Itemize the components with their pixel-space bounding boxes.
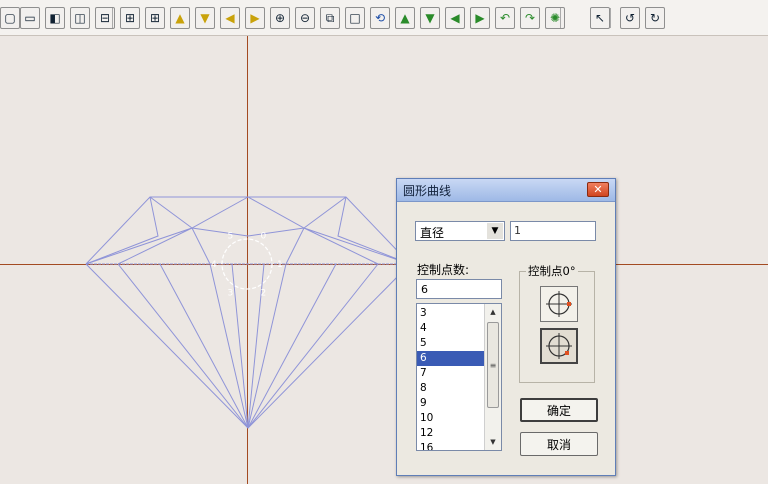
move-right-icon: ▶	[250, 11, 260, 25]
list-item[interactable]: 8	[417, 381, 485, 396]
drawing-canvas[interactable]: 012345	[0, 36, 768, 484]
view-quad-icon: ⊞	[124, 11, 136, 25]
undo-icon: ↺	[624, 11, 636, 25]
control-point-bottom-button[interactable]	[540, 328, 578, 364]
list-item[interactable]: 6	[417, 351, 485, 366]
scroll-up-icon[interactable]: ▲	[485, 305, 501, 319]
toolbar-separator	[560, 8, 561, 28]
zoom-window-button[interactable]: ⧉	[320, 7, 340, 29]
view-top-icon: ▭	[24, 11, 36, 25]
control-point-label: 2	[261, 289, 267, 299]
view-split-vertical-icon: ◫	[74, 11, 86, 25]
move-down-button[interactable]: ▼	[195, 7, 215, 29]
list-item[interactable]: 5	[417, 336, 485, 351]
list-item[interactable]: 9	[417, 396, 485, 411]
move-up-icon: ▲	[175, 11, 185, 25]
mode-select-value: 直径	[420, 226, 445, 240]
rotate-down-button[interactable]: ▼	[420, 7, 440, 29]
turn-left-button[interactable]: ↶	[495, 7, 515, 29]
zoom-in-button[interactable]: ⊕	[270, 7, 290, 29]
dialog-titlebar[interactable]: 圆形曲线 ✕	[397, 179, 615, 202]
control-point-label: 0	[261, 231, 267, 241]
move-right-button[interactable]: ▶	[245, 7, 265, 29]
undo-button[interactable]: ↺	[620, 7, 640, 29]
view-top-button[interactable]: ▭	[20, 7, 40, 29]
turn-right-icon: ↷	[524, 11, 536, 25]
view-split-horizontal-icon: ⊟	[99, 11, 111, 25]
list-item[interactable]: 7	[417, 366, 485, 381]
list-item[interactable]: 12	[417, 426, 485, 441]
main-toolbar: ▢ ▭ ◧ ◫ ⊟ ⊞ ⊞ ▲ ▼ ◀ ▶ ⊕ ⊖ ⧉ □ ⟲ ▲ ▼ ◀ ▶ ↶ ↷ ✺ ↖ ↺ ↻	[0, 0, 768, 36]
redo-button[interactable]: ↻	[645, 7, 665, 29]
close-button[interactable]: ✕	[587, 182, 609, 197]
zoom-fit-button[interactable]: □	[345, 7, 365, 29]
zoom-in-icon: ⊕	[274, 11, 286, 25]
zoom-window-icon: ⧉	[325, 11, 335, 25]
count-label: 控制点数:	[417, 263, 470, 277]
count-input[interactable]: 6	[416, 279, 502, 299]
list-item[interactable]: 3	[417, 306, 485, 321]
rotate-view-icon: ⟲	[374, 11, 386, 25]
view-split-vertical-button[interactable]: ◫	[70, 7, 90, 29]
view-quad-alt-icon: ⊞	[149, 11, 161, 25]
circle-curve-dialog: 圆形曲线 ✕ 直径 ▼ 1 控制点数: 6 3 4 5 6 7 8 9 10 12 16 ▲ ≡ …	[396, 178, 616, 476]
rotate-right-button[interactable]: ▶	[470, 7, 490, 29]
rotate-left-button[interactable]: ◀	[445, 7, 465, 29]
turn-left-icon: ↶	[499, 11, 511, 25]
control-point-group-title: 控制点0°	[526, 263, 578, 279]
control-point-label: 3	[228, 289, 234, 299]
zoom-fit-icon: □	[349, 11, 361, 25]
view-quad-button[interactable]: ⊞	[120, 7, 140, 29]
control-point-label: 4	[211, 260, 217, 270]
ok-button[interactable]: 确定	[520, 398, 598, 422]
orbit-icon: ✺	[549, 11, 561, 25]
rotate-up-icon: ▲	[400, 11, 410, 25]
crosshair-circle-icon	[546, 291, 572, 317]
view-quad-alt-button[interactable]: ⊞	[145, 7, 165, 29]
list-item[interactable]: 10	[417, 411, 485, 426]
zoom-out-icon: ⊖	[299, 11, 311, 25]
toolbar-separator	[610, 8, 611, 28]
scroll-thumb[interactable]: ≡	[487, 322, 499, 408]
diamond-wireframe: 0 1 2 3 4 5	[85, 196, 411, 429]
move-down-icon: ▼	[200, 11, 210, 25]
rotate-up-button[interactable]: ▲	[395, 7, 415, 29]
orbit-button[interactable]: ✺	[545, 7, 565, 29]
view-single-button[interactable]: ▢	[0, 7, 20, 29]
rotate-right-icon: ▶	[475, 11, 485, 25]
select-cursor-button[interactable]: ↖	[590, 7, 610, 29]
turn-right-button[interactable]: ↷	[520, 7, 540, 29]
list-item[interactable]: 4	[417, 321, 485, 336]
chevron-down-icon[interactable]: ▼	[487, 223, 503, 239]
cancel-button[interactable]: 取消	[520, 432, 598, 456]
control-point-right-button[interactable]	[540, 286, 578, 322]
view-left-button[interactable]: ◧	[45, 7, 65, 29]
redo-icon: ↻	[649, 11, 661, 25]
rotate-down-icon: ▼	[425, 11, 435, 25]
move-left-icon: ◀	[225, 11, 235, 25]
dialog-title: 圆形曲线	[403, 183, 452, 198]
size-input[interactable]: 1	[510, 221, 596, 241]
crosshair-circle-icon	[546, 333, 572, 359]
list-item[interactable]: 16	[417, 441, 485, 450]
rotate-left-icon: ◀	[450, 11, 460, 25]
control-point-group: 控制点0°	[519, 263, 595, 383]
view-left-icon: ◧	[49, 11, 61, 25]
listbox-scrollbar[interactable]: ▲ ≡ ▼	[484, 304, 501, 450]
toolbar-separator	[112, 8, 113, 28]
select-cursor-icon: ↖	[594, 11, 606, 25]
scroll-down-icon[interactable]: ▼	[485, 435, 501, 449]
control-point-label: 1	[277, 260, 283, 270]
rotate-view-button[interactable]: ⟲	[370, 7, 390, 29]
mode-select[interactable]: 直径 ▼	[415, 221, 505, 241]
view-single-icon: ▢	[4, 11, 16, 25]
move-up-button[interactable]: ▲	[170, 7, 190, 29]
move-left-button[interactable]: ◀	[220, 7, 240, 29]
zoom-out-button[interactable]: ⊖	[295, 7, 315, 29]
control-point-label: 5	[228, 231, 234, 241]
count-listbox[interactable]: 3 4 5 6 7 8 9 10 12 16 ▲ ≡ ▼	[416, 303, 502, 451]
